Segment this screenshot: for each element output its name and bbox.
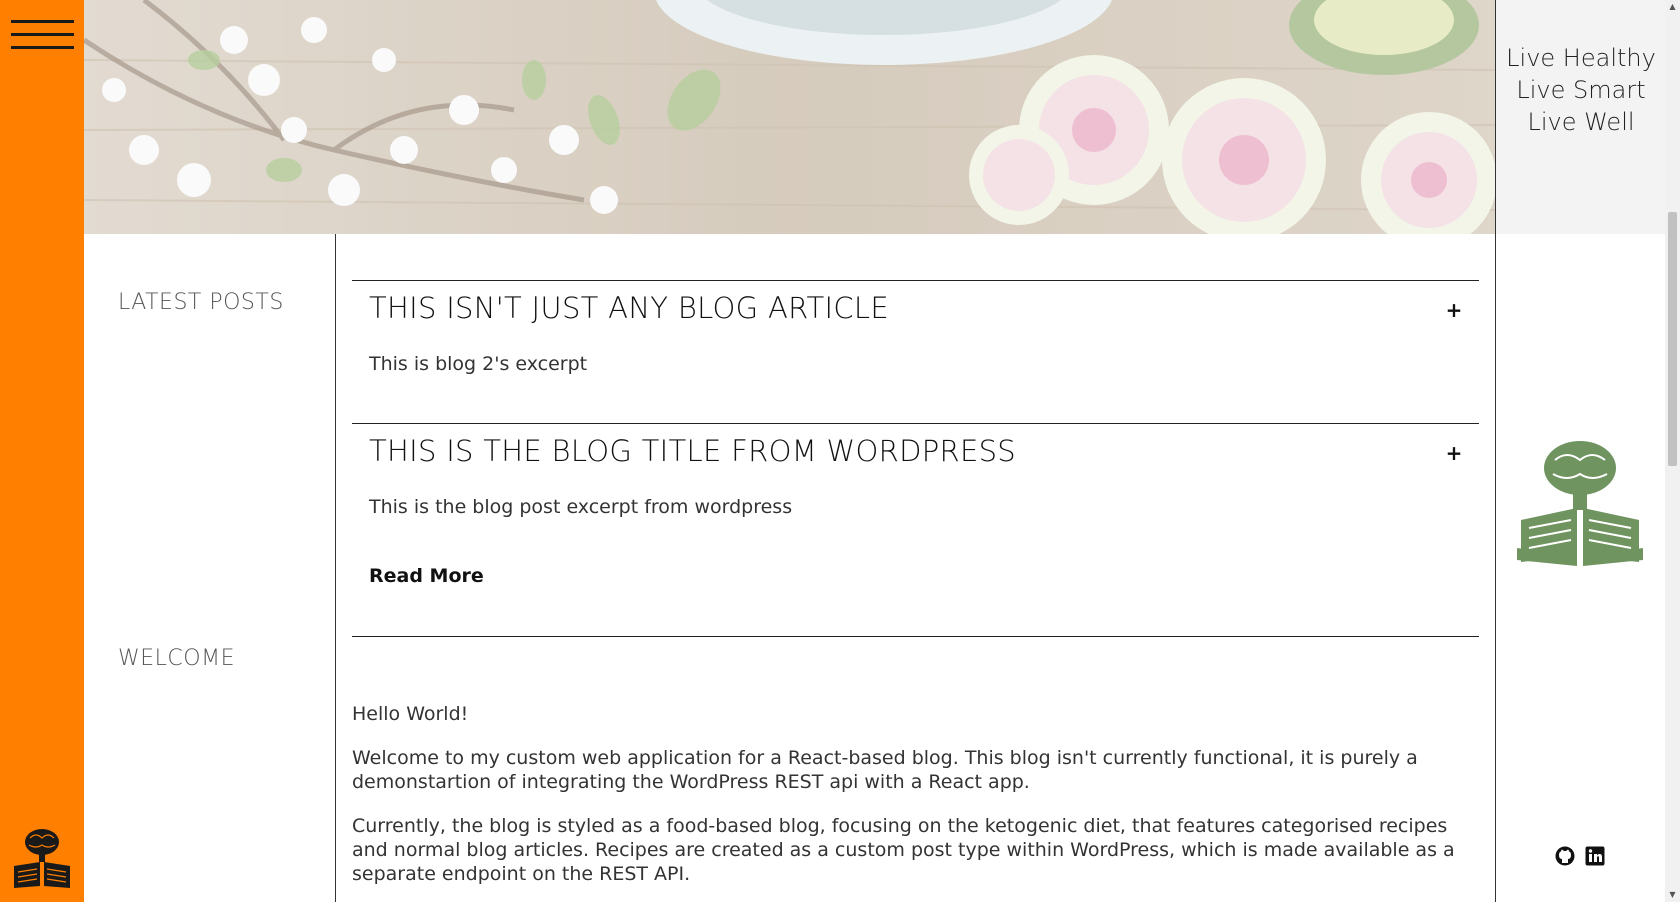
scrollbar-thumb[interactable] — [1668, 212, 1677, 466]
menu-line — [11, 20, 74, 23]
brain-book-logo-icon[interactable] — [1515, 438, 1645, 566]
social-links — [1555, 846, 1605, 866]
read-more-link[interactable]: Read More — [369, 565, 484, 587]
expand-post-plus-icon[interactable]: + — [1443, 442, 1465, 464]
menu-line — [11, 33, 74, 36]
welcome-content: Hello World! Welcome to my custom web ap… — [352, 702, 1479, 906]
right-sidebar: Live Healthy Live Smart Live Well — [1495, 0, 1666, 902]
welcome-paragraph: Welcome to my custom web application for… — [352, 747, 1418, 793]
latest-posts-heading: LATEST POSTS — [118, 290, 284, 315]
expand-post-plus-icon[interactable]: + — [1443, 299, 1465, 321]
linkedin-icon[interactable] — [1585, 846, 1605, 866]
hamburger-menu-icon[interactable] — [11, 18, 74, 52]
post-title[interactable]: THIS IS THE BLOG TITLE FROM WORDPRESS — [369, 434, 1016, 468]
main-content: THIS ISN'T JUST ANY BLOG ARTICLE + This … — [336, 234, 1495, 902]
github-icon[interactable] — [1555, 846, 1575, 866]
post-title[interactable]: THIS ISN'T JUST ANY BLOG ARTICLE — [369, 291, 889, 325]
page-scrollbar[interactable]: ▲ ▼ — [1665, 0, 1680, 902]
post-excerpt: This is blog 2's excerpt — [369, 353, 588, 375]
hero-banner — [84, 0, 1495, 234]
section-divider — [352, 636, 1479, 637]
tagline-line: Live Healthy — [1506, 44, 1656, 72]
site-tagline: Live Healthy Live Smart Live Well — [1496, 42, 1666, 138]
blog-post-card: THIS ISN'T JUST ANY BLOG ARTICLE + This … — [352, 280, 1479, 424]
scroll-down-arrow-icon[interactable]: ▼ — [1665, 888, 1680, 902]
scroll-up-arrow-icon[interactable]: ▲ — [1665, 0, 1680, 14]
menu-line — [11, 46, 74, 49]
tagline-panel: Live Healthy Live Smart Live Well — [1496, 0, 1666, 234]
post-excerpt: This is the blog post excerpt from wordp… — [369, 496, 793, 518]
left-sidebar — [0, 0, 84, 902]
tagline-line: Live Smart — [1516, 76, 1646, 104]
welcome-greeting: Hello World! — [352, 703, 469, 725]
blog-post-card: THIS IS THE BLOG TITLE FROM WORDPRESS + … — [352, 423, 1479, 636]
tagline-line: Live Well — [1527, 108, 1635, 136]
brain-book-logo-icon[interactable] — [10, 826, 74, 890]
welcome-paragraph: Currently, the blog is styled as a food-… — [352, 815, 1455, 885]
section-labels-column: LATEST POSTS WELCOME — [84, 234, 336, 902]
hero-image — [84, 0, 1495, 234]
welcome-heading: WELCOME — [118, 646, 235, 671]
